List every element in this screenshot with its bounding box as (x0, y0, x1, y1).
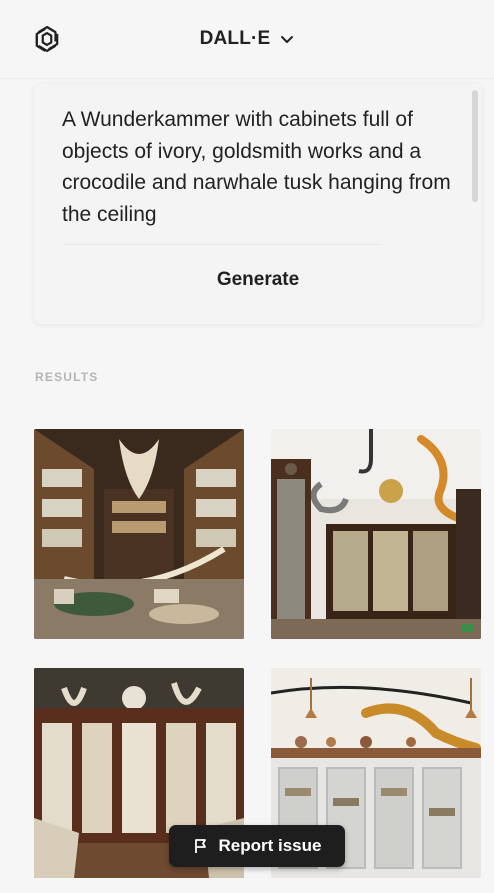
generate-button[interactable]: Generate (34, 269, 482, 291)
result-image-2[interactable] (271, 429, 481, 639)
results-heading: RESULTS (35, 370, 99, 384)
prompt-input[interactable]: A Wunderkammer with cabinets full of obj… (62, 104, 452, 246)
result-image-1[interactable] (34, 429, 244, 639)
app-title: DALL·E (199, 28, 271, 49)
prompt-scrollbar[interactable] (472, 90, 478, 202)
report-issue-label: Report issue (218, 836, 322, 855)
openai-logo-icon[interactable] (30, 22, 64, 56)
model-selector[interactable]: DALL·E (200, 28, 295, 50)
chevron-down-icon (281, 36, 294, 43)
report-issue-button[interactable]: Report issue (169, 825, 345, 867)
flag-icon (194, 839, 206, 853)
prompt-card: A Wunderkammer with cabinets full of obj… (34, 84, 482, 324)
prompt-divider (64, 244, 382, 245)
top-bar: DALL·E (0, 0, 494, 79)
